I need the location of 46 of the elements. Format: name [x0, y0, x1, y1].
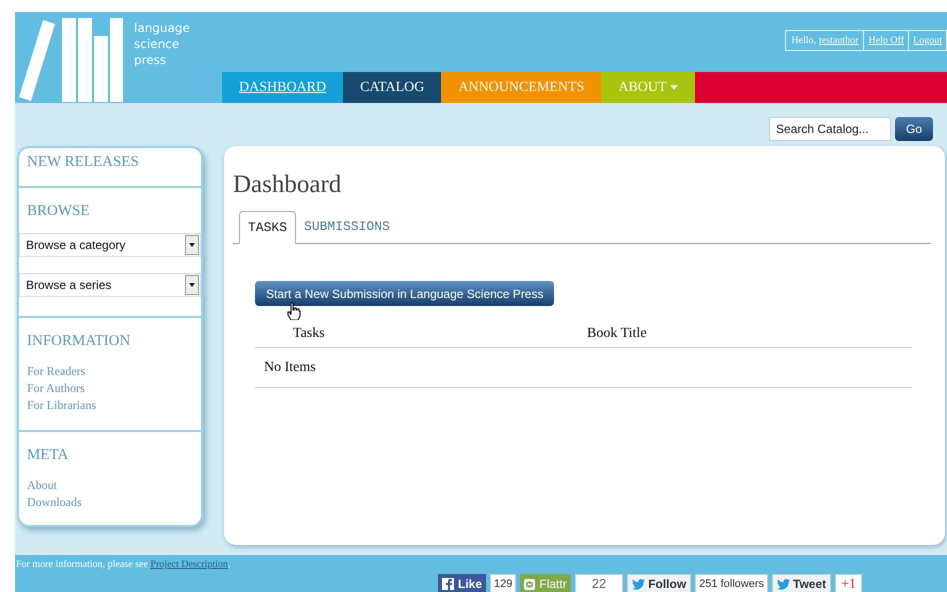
project-link[interactable]: Project Description — [150, 559, 228, 570]
bird-icon — [632, 578, 646, 590]
greeting-text: Hello, — [791, 34, 816, 48]
sidebar-link[interactable]: Downloads — [27, 494, 193, 510]
facebook-icon — [442, 578, 454, 590]
hand-cursor-icon — [287, 302, 301, 320]
logo-text: press — [134, 52, 168, 68]
go-button[interactable]: Go — [895, 117, 933, 141]
header-link[interactable]: Help Off — [864, 31, 910, 50]
flattr-button[interactable]: Flattr — [520, 574, 571, 592]
plus-one-button[interactable]: +1 — [835, 574, 862, 592]
like-button[interactable]: Like — [438, 574, 486, 592]
page-title: Dashboard — [233, 170, 342, 200]
flattr-icon — [524, 578, 536, 590]
section-heading: NEW RELEASES — [27, 152, 140, 172]
select-field[interactable]: Browse a category — [19, 232, 201, 256]
sidebar-link[interactable]: For Librarians — [27, 396, 193, 414]
count-bubble: 251 followers — [695, 574, 768, 592]
logo-text: science — [134, 36, 180, 52]
header-link[interactable]: Logout — [909, 31, 946, 50]
count-bubble: 129 — [490, 574, 516, 592]
empty-message: No Items — [255, 348, 912, 388]
tab[interactable]: SUBMISSIONS — [296, 210, 398, 243]
count-bubble: 22 — [574, 574, 624, 592]
section-heading: INFORMATION — [27, 332, 132, 351]
nav-tab[interactable]: DASHBOARD — [222, 72, 344, 103]
section-heading: META — [27, 446, 70, 465]
nav-tab[interactable]: ABOUT — [601, 72, 695, 103]
nav-tab[interactable]: ANNOUNCEMENTS — [441, 72, 602, 103]
section-heading: BROWSE — [27, 202, 91, 221]
tab[interactable]: TASKS — [239, 211, 296, 244]
column-header: Tasks — [292, 325, 326, 343]
bird-icon — [777, 578, 790, 590]
tweet-button[interactable]: Tweet — [772, 574, 832, 592]
new-submission-button[interactable]: Start a New Submission in Language Science Press — [255, 281, 554, 306]
logo-text: language — [134, 20, 190, 36]
sidebar-link[interactable]: About — [27, 476, 193, 494]
nav-tab[interactable]: CATALOG — [343, 72, 442, 103]
column-header: Book Title — [587, 325, 647, 343]
sidebar-link[interactable]: For Readers — [27, 362, 193, 380]
search-field[interactable]: Search Catalog... — [769, 117, 891, 141]
username-link[interactable]: testauthor — [819, 33, 858, 48]
select-field[interactable]: Browse a series — [19, 272, 201, 296]
sidebar-link[interactable]: For Authors — [27, 380, 193, 396]
footer-text: For more information, please see Project Description. — [16, 559, 232, 571]
follow-button[interactable]: Follow — [627, 574, 692, 592]
